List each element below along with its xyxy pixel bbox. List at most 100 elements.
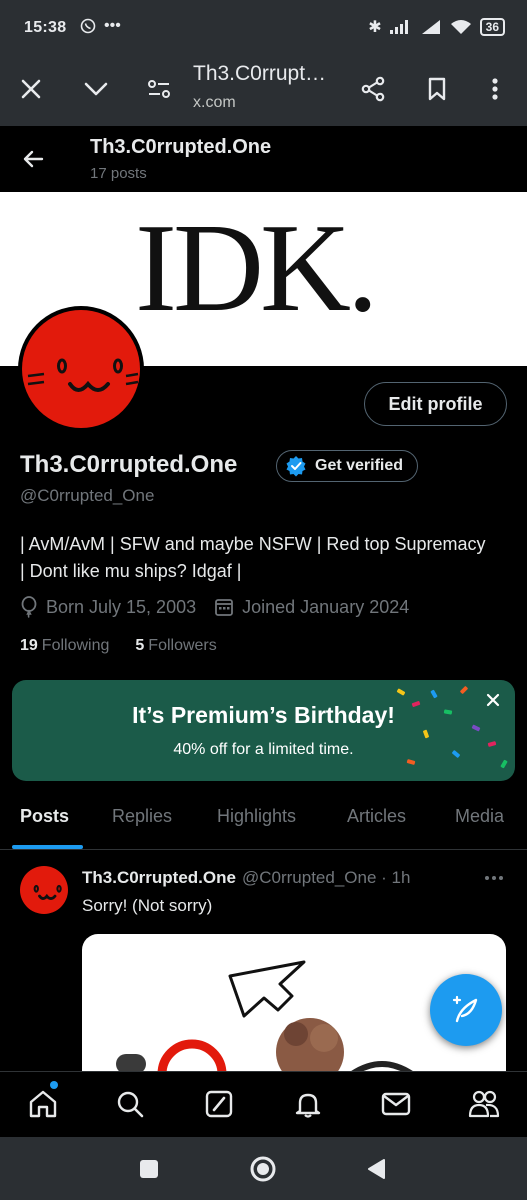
circle-icon bbox=[250, 1156, 276, 1182]
compose-feather-icon bbox=[452, 995, 478, 1023]
battery-indicator: 36 bbox=[479, 18, 505, 36]
status-time: 15:38 bbox=[24, 19, 67, 36]
confetti bbox=[422, 729, 430, 739]
top-profile-name: Th3.C0rrupted.One bbox=[90, 136, 272, 158]
envelope-icon bbox=[381, 1092, 411, 1116]
communities-icon bbox=[468, 1090, 500, 1118]
page-domain[interactable]: x.com bbox=[193, 94, 236, 112]
status-right-icons: ✱ 36 bbox=[368, 17, 505, 37]
close-tab-button[interactable] bbox=[12, 70, 50, 108]
joined-text: Joined January 2024 bbox=[242, 596, 410, 617]
promo-close-button[interactable] bbox=[481, 688, 505, 712]
profile-top-bar: Th3.C0rrupted.One 17 posts bbox=[0, 126, 527, 192]
birthday-text: Born July 15, 2003 bbox=[46, 596, 197, 617]
profile-bio: | AvM/AvM | SFW and maybe NSFW | Red top… bbox=[20, 531, 515, 585]
recent-apps-button[interactable] bbox=[135, 1155, 163, 1183]
bottom-navigation bbox=[0, 1071, 527, 1137]
tab-posts[interactable]: Posts bbox=[20, 806, 69, 827]
premium-promo-card[interactable]: It’s Premium’s Birthday! 40% off for a l… bbox=[12, 680, 515, 781]
avatar-face-icon bbox=[33, 884, 62, 900]
balloon-icon bbox=[21, 596, 37, 618]
edit-profile-button[interactable]: Edit profile bbox=[364, 382, 507, 426]
battery-level: 36 bbox=[485, 20, 499, 34]
home-system-button[interactable] bbox=[249, 1155, 277, 1183]
grok-icon bbox=[205, 1090, 233, 1118]
verified-badge-icon bbox=[286, 456, 306, 477]
active-tab-indicator bbox=[12, 845, 83, 849]
avatar-image bbox=[22, 310, 140, 428]
profile-avatar[interactable] bbox=[18, 306, 144, 432]
square-icon bbox=[140, 1160, 158, 1178]
status-bar: 15:38 ••• ✱ 36 bbox=[0, 0, 527, 52]
nav-home[interactable] bbox=[27, 1088, 59, 1120]
tab-highlights[interactable]: Highlights bbox=[217, 806, 296, 827]
confetti bbox=[430, 689, 438, 699]
post-text: Sorry! (Not sorry) bbox=[82, 896, 213, 915]
calendar-icon bbox=[215, 599, 234, 616]
chevron-down-icon bbox=[84, 82, 108, 96]
share-button[interactable] bbox=[354, 70, 392, 108]
following-count: 19 bbox=[20, 637, 38, 654]
search-icon bbox=[117, 1091, 144, 1118]
more-options-button[interactable] bbox=[476, 70, 514, 108]
bookmark-button[interactable] bbox=[418, 70, 456, 108]
whatsapp-icon bbox=[80, 18, 96, 34]
post-more-button[interactable] bbox=[482, 866, 506, 890]
tab-media[interactable]: Media bbox=[455, 806, 504, 827]
bio-line-1: | AvM/AvM | SFW and maybe NSFW | Red top… bbox=[20, 534, 486, 554]
nav-notifications[interactable] bbox=[292, 1088, 324, 1120]
arrow-left-icon bbox=[23, 150, 44, 168]
bluetooth-icon: ✱ bbox=[368, 19, 382, 36]
post-handle-time: @C0rrupted_One · 1h bbox=[241, 868, 411, 887]
page-info-button[interactable] bbox=[140, 70, 178, 108]
system-navigation-bar bbox=[0, 1137, 527, 1200]
tab-replies[interactable]: Replies bbox=[112, 806, 172, 827]
birthday-item: Born July 15, 2003 bbox=[20, 596, 196, 618]
triangle-back-icon bbox=[368, 1159, 385, 1179]
followers-link[interactable]: 5 Followers bbox=[135, 637, 216, 655]
follow-stats: 19 Following 5 Followers bbox=[20, 637, 243, 655]
close-icon bbox=[21, 79, 41, 99]
close-icon bbox=[486, 693, 500, 707]
nav-grok[interactable] bbox=[203, 1088, 235, 1120]
page-info-icon bbox=[148, 80, 170, 98]
home-icon bbox=[29, 1090, 57, 1118]
home-notification-dot bbox=[50, 1081, 58, 1089]
post-avatar[interactable] bbox=[20, 866, 68, 914]
following-label: Following bbox=[41, 637, 110, 654]
wifi-icon bbox=[450, 20, 471, 34]
minimize-button[interactable] bbox=[77, 70, 115, 108]
post-header: Th3.C0rrupted.One @C0rrupted_One · 1h bbox=[82, 868, 410, 888]
more-notifications-icon: ••• bbox=[104, 17, 121, 34]
more-vertical-icon bbox=[492, 78, 498, 100]
confetti bbox=[396, 688, 406, 696]
profile-tabs: Posts Replies Highlights Articles Media bbox=[0, 798, 527, 850]
back-button[interactable] bbox=[16, 142, 50, 176]
bio-line-2: | Dont like mu ships? Idgaf | bbox=[20, 561, 242, 581]
banner-text: IDK. bbox=[135, 199, 378, 338]
post-author-name[interactable]: Th3.C0rrupted.One bbox=[82, 868, 236, 888]
page-title[interactable]: Th3.C0rrupt… bbox=[193, 62, 343, 86]
following-link[interactable]: 19 Following bbox=[20, 637, 109, 655]
confetti bbox=[500, 759, 508, 769]
followers-label: Followers bbox=[148, 637, 217, 654]
nav-search[interactable] bbox=[114, 1088, 146, 1120]
promo-subtitle: 40% off for a limited time. bbox=[173, 741, 354, 758]
status-left-icons: ••• bbox=[80, 17, 121, 35]
nav-messages[interactable] bbox=[380, 1088, 412, 1120]
share-icon bbox=[361, 76, 385, 102]
signal-2-icon bbox=[421, 20, 440, 34]
back-system-button[interactable] bbox=[363, 1155, 391, 1183]
avatar-face-icon bbox=[27, 358, 139, 392]
nav-communities[interactable] bbox=[468, 1088, 500, 1120]
get-verified-button[interactable]: Get verified bbox=[276, 450, 419, 482]
bell-icon bbox=[295, 1093, 321, 1118]
profile-handle: @C0rrupted_One bbox=[20, 486, 155, 505]
profile-meta: Born July 15, 2003 Joined January 2024 bbox=[20, 596, 427, 618]
confetti bbox=[459, 685, 469, 695]
tab-articles[interactable]: Articles bbox=[347, 806, 406, 827]
joined-item: Joined January 2024 bbox=[214, 597, 409, 618]
more-horizontal-icon bbox=[485, 876, 503, 880]
display-name: Th3.C0rrupted.One bbox=[20, 451, 238, 478]
compose-post-button[interactable] bbox=[430, 974, 502, 1046]
